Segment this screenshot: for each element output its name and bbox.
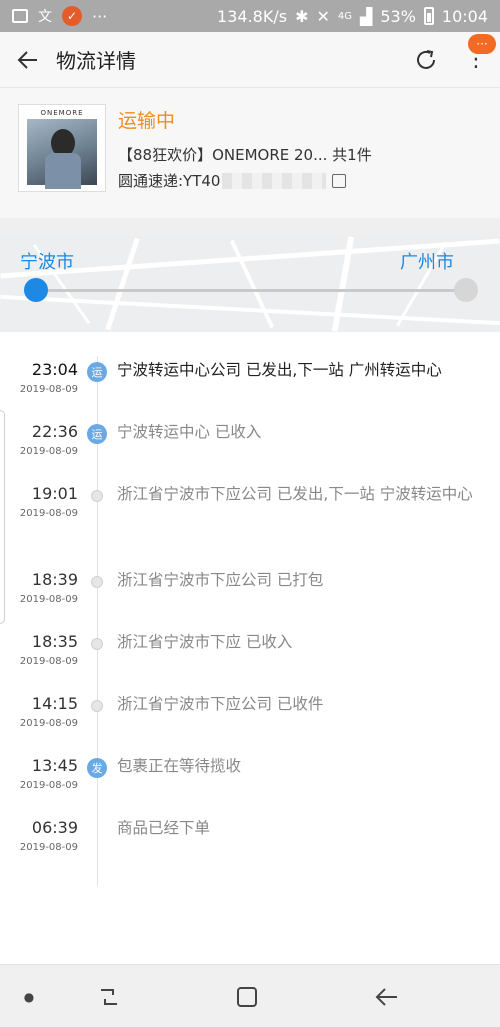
arrow-left-icon	[17, 50, 37, 69]
shipping-status: 运输中	[118, 110, 176, 132]
status-bar: 文 ✓ ··· 134.8K/s ✱ ✕ 4G ▟ 53% 10:04	[0, 0, 500, 32]
event-time: 14:15	[31, 694, 78, 713]
transit-node-icon: 运	[87, 424, 107, 444]
battery-level: 53%	[380, 6, 416, 26]
bluetooth-icon: ✱	[295, 6, 309, 26]
origin-city: 宁波市	[20, 252, 74, 273]
tracking-timeline: 23:04 2019-08-09 运 宁波转运中心公司 已发出,下一站 广州转运…	[0, 332, 500, 964]
home-square-icon	[237, 986, 257, 1007]
page-title: 物流详情	[56, 49, 136, 73]
translate-notification-icon: 文	[38, 9, 52, 25]
back-arrow-icon	[375, 987, 397, 1006]
network-speed: 134.8K/s	[217, 6, 288, 26]
event-text: 宁波转运中心 已收入	[117, 423, 262, 441]
transit-node-icon: 运	[87, 362, 107, 382]
carrier-tracking-label: 圆通速递:YT40	[118, 172, 221, 190]
section-divider	[0, 218, 500, 236]
refresh-icon	[417, 49, 435, 69]
route-line	[36, 289, 466, 292]
event-text: 浙江省宁波市下应 已收入	[117, 633, 293, 651]
event-date: 2019-08-09	[19, 842, 78, 853]
tracking-number[interactable]: 圆通速递:YT40	[118, 170, 347, 191]
event-text: 浙江省宁波市下应公司 已发出,下一站 宁波转运中心	[117, 485, 473, 503]
event-text: 浙江省宁波市下应公司 已打包	[117, 571, 324, 589]
event-time: 23:04	[31, 360, 78, 379]
refresh-button[interactable]	[400, 32, 452, 88]
product-thumbnail[interactable]: ONEMORE	[18, 104, 106, 192]
event-time: 18:39	[31, 570, 78, 589]
step-dot-icon	[91, 576, 103, 588]
event-date: 2019-08-09	[19, 508, 78, 519]
mute-icon: ✕	[316, 6, 330, 26]
destination-marker	[454, 278, 478, 302]
event-date: 2019-08-09	[19, 446, 78, 457]
event-time: 22:36	[31, 422, 78, 441]
more-menu-button[interactable]: ⋮ ···	[452, 32, 500, 88]
system-back-button[interactable]	[362, 965, 412, 1027]
clock: 10:04	[441, 6, 488, 26]
product-photo	[27, 119, 97, 189]
event-time: 06:39	[31, 818, 78, 837]
step-dot-icon	[91, 490, 103, 502]
recent-apps-button[interactable]	[84, 965, 134, 1027]
event-time: 13:45	[31, 756, 78, 775]
dot-icon: ●	[23, 989, 35, 1004]
product-summary: 【88狂欢价】ONEMORE 20... 共1件	[118, 146, 372, 164]
more-notifications-icon: ···	[92, 6, 108, 26]
event-text: 商品已经下单	[117, 819, 211, 837]
thumbnail-brand: ONEMORE	[40, 109, 84, 117]
event-time: 18:35	[31, 632, 78, 651]
dispatch-node-icon: 发	[87, 758, 107, 778]
system-nav-bar: ●	[0, 964, 500, 1027]
event-date: 2019-08-09	[19, 718, 78, 729]
event-time: 19:01	[31, 484, 78, 503]
recent-apps-icon	[101, 988, 117, 1005]
event-date: 2019-08-09	[19, 656, 78, 667]
side-edge-handle[interactable]	[0, 410, 5, 624]
masked-tracking-digits	[222, 172, 327, 189]
network-type: 4G	[337, 10, 353, 22]
back-button[interactable]	[0, 32, 56, 88]
battery-icon	[423, 7, 434, 25]
event-date: 2019-08-09	[19, 780, 78, 791]
event-text: 宁波转运中心公司 已发出,下一站 广州转运中心	[117, 361, 442, 379]
message-badge: ···	[468, 33, 496, 54]
signal-icon: ▟	[360, 6, 373, 26]
nav-dot-button[interactable]: ●	[14, 965, 44, 1027]
app-header: 物流详情 ⋮ ···	[0, 32, 500, 88]
origin-marker	[24, 278, 48, 302]
copy-icon[interactable]	[332, 173, 347, 188]
route-map[interactable]: 宁波市 广州市	[0, 236, 500, 332]
event-date: 2019-08-09	[19, 594, 78, 605]
order-summary[interactable]: ONEMORE 运输中 【88狂欢价】ONEMORE 20... 共1件 圆通速…	[0, 88, 500, 218]
event-text: 浙江省宁波市下应公司 已收件	[117, 695, 324, 713]
home-button[interactable]	[222, 965, 272, 1027]
step-dot-icon	[91, 700, 103, 712]
destination-city: 广州市	[400, 252, 454, 273]
event-text: 包裹正在等待揽收	[117, 757, 242, 775]
image-notification-icon	[12, 9, 28, 23]
app-notification-icon: ✓	[62, 6, 82, 26]
event-date: 2019-08-09	[19, 384, 78, 395]
step-dot-icon	[91, 638, 103, 650]
